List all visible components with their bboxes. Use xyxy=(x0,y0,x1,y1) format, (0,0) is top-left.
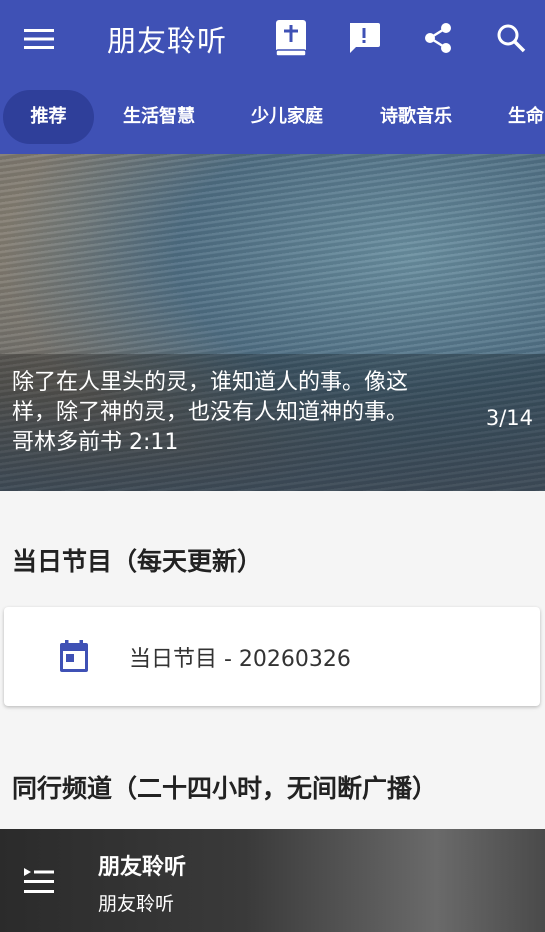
search-icon[interactable] xyxy=(489,16,533,60)
playlist-icon[interactable] xyxy=(20,863,58,901)
app-title: 朋友聆听 xyxy=(107,24,228,58)
verse-line-1: 除了在人里头的灵，谁知道人的事。像这 xyxy=(12,370,409,395)
player-title: 朋友聆听 xyxy=(98,855,187,880)
calendar-icon xyxy=(56,639,92,675)
mini-player[interactable]: 朋友聆听 朋友聆听 xyxy=(0,829,545,932)
feedback-icon[interactable] xyxy=(342,16,386,60)
share-icon[interactable] xyxy=(416,16,460,60)
verse-text: 除了在人里头的灵，谁知道人的事。像这 样，除了神的灵，也没有人知道神的事。 哥林… xyxy=(12,368,472,458)
channel-section-title: 同行频道（二十四小时，无间断广播） xyxy=(12,774,438,803)
verse-reference: 哥林多前书 2:11 xyxy=(12,430,179,455)
app-bar: 朋友聆听 xyxy=(0,0,545,80)
bible-icon[interactable] xyxy=(269,16,313,60)
category-tabs: 推荐 生活智慧 少儿家庭 诗歌音乐 生命 xyxy=(0,80,545,154)
daily-program-label: 当日节目 - 20260326 xyxy=(129,647,351,672)
daily-section-title: 当日节目（每天更新） xyxy=(12,547,263,576)
tab-kids-family[interactable]: 少儿家庭 xyxy=(242,90,332,144)
tab-life-wisdom[interactable]: 生活智慧 xyxy=(114,90,204,144)
menu-icon[interactable] xyxy=(20,20,58,58)
player-subtitle: 朋友聆听 xyxy=(98,893,175,915)
verse-line-2: 样，除了神的灵，也没有人知道神的事。 xyxy=(12,400,409,425)
banner-counter: 3/14 xyxy=(485,406,533,430)
daily-program-card[interactable]: 当日节目 - 20260326 xyxy=(4,607,540,706)
tab-life[interactable]: 生命 xyxy=(500,90,545,144)
verse-banner[interactable]: 除了在人里头的灵，谁知道人的事。像这 样，除了神的灵，也没有人知道神的事。 哥林… xyxy=(0,154,545,491)
tab-recommended[interactable]: 推荐 xyxy=(3,90,94,144)
tab-hymns-music[interactable]: 诗歌音乐 xyxy=(371,90,461,144)
